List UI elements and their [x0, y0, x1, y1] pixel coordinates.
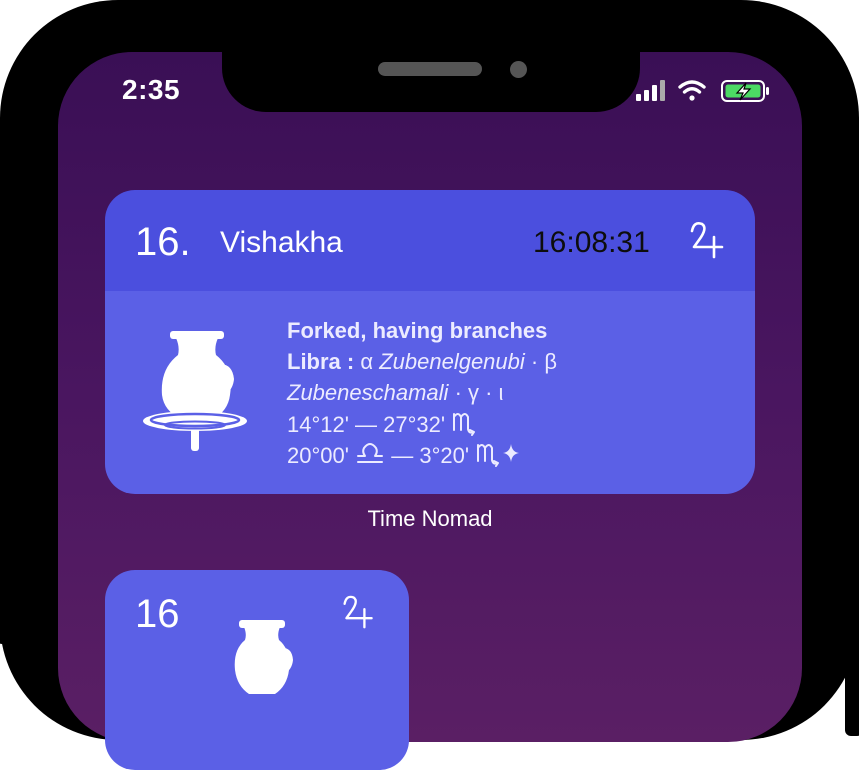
- nakshatra-details: Forked, having branches Libra : α Zubene…: [287, 315, 557, 470]
- star-beta: β: [544, 349, 558, 374]
- degree-range-2-end: 3°20': [419, 442, 470, 468]
- degree-range-2-start: 20°00': [287, 442, 349, 468]
- wifi-icon: [678, 80, 706, 101]
- widget-body: Forked, having branches Libra : α Zubene…: [105, 291, 755, 494]
- star-separator: ·: [530, 349, 539, 374]
- star-alpha-name: Zubenelgenubi: [379, 349, 525, 374]
- nakshatra-meaning: Forked, having branches: [287, 318, 548, 343]
- stars-line-2: Zubeneschamali · γ · ι: [287, 377, 557, 408]
- star-alpha: α: [360, 349, 374, 374]
- degree-range-2-dash: —: [391, 442, 414, 468]
- battery-charging-icon: [721, 80, 769, 102]
- nakshatra-name: Vishakha: [220, 226, 343, 259]
- degree-range-1-text: 14°12' — 27°32': [287, 411, 446, 437]
- scorpio-sparkle-icon: [475, 439, 523, 475]
- degree-range-2: 20°00' — 3°20': [287, 439, 557, 470]
- notch: [222, 52, 640, 112]
- nakshatra-widget-medium[interactable]: 16. Vishakha 16:08:31 Forked, having bra…: [105, 190, 755, 494]
- widget-caption: Time Nomad: [367, 506, 493, 531]
- status-icons: [636, 78, 776, 104]
- degree-range-1: 14°12' — 27°32': [287, 408, 557, 439]
- nakshatra-number-small: 16: [135, 592, 180, 636]
- star-others: · γ · ι: [454, 380, 504, 405]
- libra-icon: [355, 441, 385, 473]
- speaker-grille: [378, 62, 482, 76]
- nakshatra-widget-small[interactable]: 16: [105, 570, 409, 770]
- star-beta-name: Zubeneschamali: [287, 380, 449, 405]
- cellular-signal-icon: [636, 80, 665, 101]
- front-camera: [510, 61, 527, 78]
- nakshatra-time: 16:08:31: [533, 226, 650, 259]
- jupiter-symbol-icon: [688, 219, 728, 264]
- zodiac-sign-label: Libra :: [287, 349, 355, 374]
- widget-header: 16. Vishakha 16:08:31: [105, 190, 755, 291]
- jupiter-symbol-icon: [341, 592, 377, 635]
- status-time: 2:35: [122, 74, 181, 105]
- nakshatra-number: 16.: [135, 220, 191, 264]
- stars-line-1: Libra : α Zubenelgenubi · β: [287, 346, 557, 377]
- potters-wheel-icon: [229, 620, 295, 705]
- potters-wheel-icon: [140, 331, 250, 461]
